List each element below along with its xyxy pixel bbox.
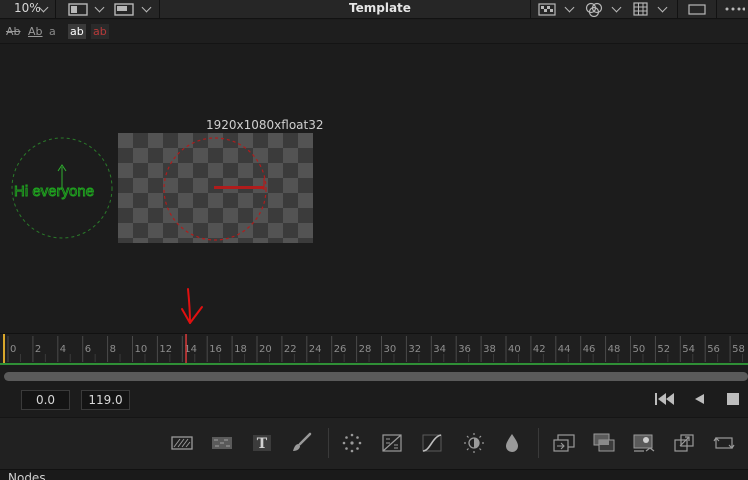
text-style-button-2[interactable]: Ab	[28, 24, 43, 39]
text-style-button-4[interactable]: ab	[68, 24, 86, 39]
viewer-toolbar: 10% Template	[0, 0, 748, 19]
nodes-panel-label: Nodes	[8, 471, 46, 480]
zoom-level[interactable]: 10%	[14, 1, 41, 15]
grid-guides-icon[interactable]	[633, 2, 649, 16]
overlay-text[interactable]: Hi everyone	[14, 183, 95, 201]
ruler-tick-label: 8	[110, 344, 116, 355]
brightness-contrast-tool-icon[interactable]	[380, 431, 404, 455]
text-style-button-5[interactable]: ab	[91, 24, 109, 39]
play-reverse-icon[interactable]	[692, 391, 706, 407]
color-channels-chevron-down-icon[interactable]	[611, 2, 622, 13]
color-corrector-tool-icon[interactable]	[462, 431, 486, 455]
svg-text:T: T	[257, 436, 268, 452]
mask-center-handle[interactable]	[214, 186, 264, 189]
ruler-tick-label: 36	[458, 344, 471, 355]
color-curves-tool-icon[interactable]	[420, 431, 444, 455]
checker-background-icon[interactable]	[538, 3, 556, 16]
text-style-button-3[interactable]: a	[49, 24, 56, 39]
ruler-tick-label: 26	[334, 344, 347, 355]
grid-guides-chevron-down-icon[interactable]	[657, 2, 668, 13]
color-channels-icon[interactable]	[584, 2, 604, 17]
ruler-tick-label: 30	[384, 344, 397, 355]
ruler-tick-label: 48	[608, 344, 621, 355]
paintbrush-tool-icon[interactable]	[290, 431, 314, 455]
transform-tool-icon[interactable]	[672, 431, 696, 455]
time-ruler-ticks: 0 2 4 6 8 10 12 14 16 18 20 22 24 26 28 30 32 34 36 38 40 42 4…	[3, 334, 745, 364]
ruler-tick-label: 54	[682, 344, 695, 355]
global-start-field[interactable]: 0.0	[21, 390, 70, 410]
ruler-tick-label: 12	[159, 344, 172, 355]
ruler-tick-label: 38	[483, 344, 496, 355]
ruler-tick-label: 0	[10, 344, 16, 355]
ruler-tick-label: 44	[558, 344, 571, 355]
render-range-bar	[0, 363, 748, 365]
drop-tool-icon[interactable]	[500, 431, 524, 455]
ruler-tick-label: 56	[707, 344, 720, 355]
stop-icon[interactable]	[726, 391, 740, 407]
view-layout-chevron-down-icon[interactable]	[141, 2, 152, 13]
ruler-tick-label: 6	[85, 344, 91, 355]
tools-bar: T	[0, 417, 748, 469]
ruler-tick-label: 4	[60, 344, 66, 355]
text-tool-icon[interactable]: T	[250, 431, 274, 455]
ruler-tick-label: 32	[408, 344, 421, 355]
paint-tool-icon[interactable]	[210, 431, 234, 455]
range-transport-bar: 0.0 119.0	[0, 384, 748, 416]
loop-tool-icon[interactable]	[712, 431, 736, 455]
ruler-tick-label: 42	[533, 344, 546, 355]
nodes-panel-header	[0, 469, 748, 480]
more-options-icon[interactable]	[725, 7, 745, 12]
annotation-arrow-down-icon	[181, 288, 203, 324]
ruler-tick-label: 24	[309, 344, 322, 355]
timeline-scrollbar[interactable]	[4, 372, 748, 381]
viewer-overlay: Hi everyone	[11, 137, 267, 241]
ruler-tick-label: 52	[657, 344, 670, 355]
view-layout-icon[interactable]	[114, 3, 134, 16]
ruler-tick-label: 50	[633, 344, 646, 355]
fullscreen-viewer-icon[interactable]	[688, 4, 706, 15]
merge-tool-icon[interactable]	[552, 431, 576, 455]
viewer-canvas[interactable]: 1920x1080xfloat32 Hi everyone	[0, 45, 748, 333]
channel-booleans-tool-icon[interactable]	[592, 431, 616, 455]
ruler-tick-label: 20	[259, 344, 272, 355]
ruler-tick-label: 16	[209, 344, 222, 355]
ruler-tick-label: 40	[508, 344, 521, 355]
text-style-button-1[interactable]: Ab	[6, 24, 21, 39]
time-ruler[interactable]: 0 2 4 6 8 10 12 14 16 18 20 22 24 26 28 30 32 34 36 38 40 42 4…	[0, 333, 748, 364]
checker-chevron-down-icon[interactable]	[564, 2, 575, 13]
ruler-tick-label: 18	[234, 344, 247, 355]
go-to-start-icon[interactable]	[654, 391, 676, 407]
ruler-tick-label: 2	[35, 344, 41, 355]
split-view-chevron-down-icon[interactable]	[94, 2, 105, 13]
ruler-tick-label: 34	[433, 344, 446, 355]
background-tool-icon[interactable]	[170, 431, 194, 455]
ruler-tick-label: 58	[732, 344, 745, 355]
particle-tool-icon[interactable]	[340, 431, 364, 455]
ruler-tick-label: 10	[135, 344, 148, 355]
text-tool-toolbar: Ab Ab a ab ab	[0, 20, 748, 44]
viewer-title: Template	[349, 1, 411, 15]
global-end-field[interactable]: 119.0	[81, 390, 130, 410]
split-view-icon[interactable]	[68, 3, 88, 16]
matte-control-tool-icon[interactable]	[632, 431, 656, 455]
ruler-tick-label: 28	[359, 344, 372, 355]
ruler-tick-label: 22	[284, 344, 297, 355]
ruler-tick-label: 46	[583, 344, 596, 355]
